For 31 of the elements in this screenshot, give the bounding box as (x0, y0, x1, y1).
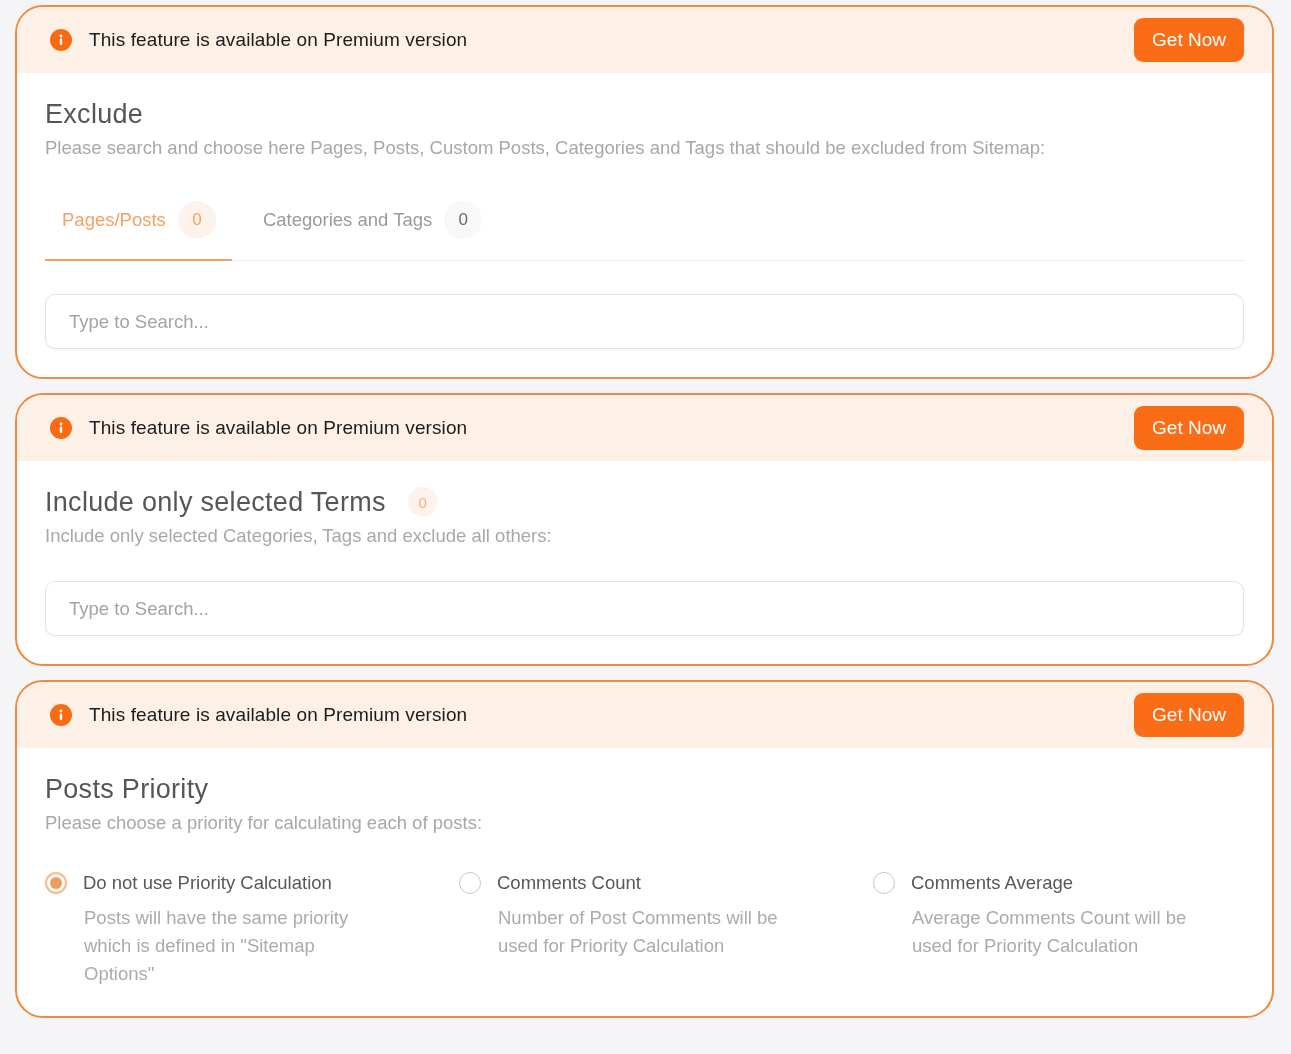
get-now-button[interactable]: Get Now (1134, 406, 1244, 450)
section-title: Posts Priority (45, 773, 209, 806)
radio-button[interactable] (45, 872, 67, 894)
option-description: Average Comments Count will be used for Priority Calculation (912, 906, 1188, 958)
premium-message: This feature is available on Premium version (89, 29, 468, 51)
premium-message: This feature is available on Premium version (89, 704, 468, 726)
info-icon (50, 417, 72, 439)
section-description: Please search and choose here Pages, Posts, Custom Posts, Categories and Tags that should be excluded from Sitemap: (45, 136, 1047, 160)
radio-button[interactable] (873, 872, 895, 894)
option-label: Comments Count (497, 871, 641, 895)
count-badge: 0 (407, 487, 438, 517)
count-badge: 0 (177, 201, 216, 239)
section-title: Include only selected Terms (45, 486, 386, 519)
search-field[interactable]: Type to Search... (45, 581, 1244, 636)
info-icon (50, 704, 72, 726)
count-badge: 0 (444, 201, 483, 239)
section-description: Please choose a priority for calculating each of posts: (45, 811, 484, 835)
option-label: Do not use Priority Calculation (83, 871, 332, 895)
option-description: Posts will have the same priority which is defined in "Sitemap Options" (84, 906, 350, 986)
tab[interactable]: Pages/Posts 0 (45, 183, 232, 261)
radio-button[interactable] (459, 872, 481, 894)
section-title: Exclude (45, 98, 144, 131)
get-now-button[interactable]: Get Now (1134, 693, 1244, 737)
option-label: Comments Average (911, 871, 1074, 895)
section-description: Include only selected Categories, Tags and exclude all others: (45, 524, 553, 548)
option-description: Number of Post Comments will be used for Priority Calculation (498, 906, 779, 958)
search-field[interactable]: Type to Search... (45, 294, 1244, 349)
get-now-button[interactable]: Get Now (1134, 18, 1244, 62)
tab[interactable]: Categories and Tags 0 (245, 183, 499, 261)
premium-message: This feature is available on Premium version (89, 417, 468, 439)
info-icon (50, 29, 72, 51)
